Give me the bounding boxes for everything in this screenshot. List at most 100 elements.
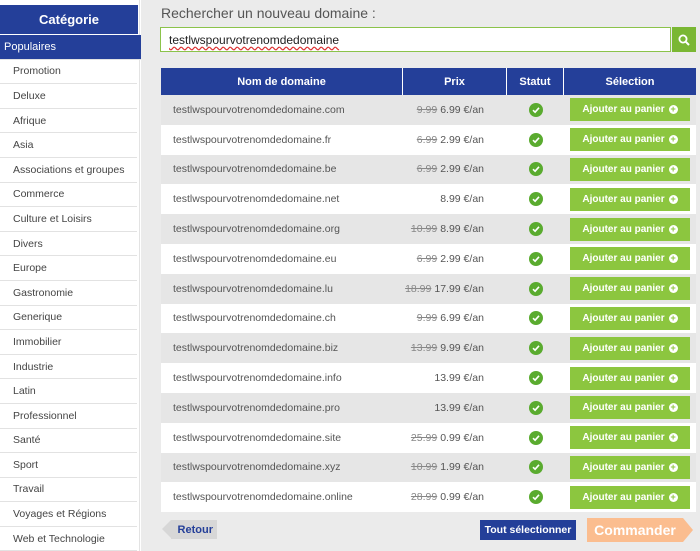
current-price: 17.99 €/an [434, 282, 484, 295]
add-to-cart-button[interactable]: Ajouter au panier + [570, 396, 690, 420]
sidebar-item[interactable]: Generique [0, 306, 137, 331]
sidebar-item[interactable]: Populaires [0, 35, 141, 60]
domain-price: 18.99 17.99 €/an [403, 274, 507, 304]
plus-icon: + [668, 193, 678, 204]
current-price: 2.99 €/an [440, 133, 484, 146]
select-all-button[interactable]: Tout sélectionner [480, 520, 576, 540]
search-box[interactable]: testlwspourvotrenomdedomaine [160, 27, 671, 52]
add-to-cart-button[interactable]: Ajouter au panier + [570, 128, 690, 152]
add-to-cart-button[interactable]: Ajouter au panier + [570, 366, 690, 390]
current-price: 13.99 €/an [434, 372, 484, 385]
domain-name: testlwspourvotrenomdedomaine.online [173, 491, 353, 504]
add-to-cart-button[interactable]: Ajouter au panier + [570, 277, 690, 301]
selection-cell: Ajouter au panier + [564, 453, 696, 483]
add-to-cart-label: Ajouter au panier [582, 372, 665, 384]
sidebar-item[interactable]: Industrie [0, 355, 137, 380]
domain-price: 25.99 0.99 €/an [403, 423, 507, 453]
table-row: testlwspourvotrenomdedomaine.info 13.99 €… [161, 363, 696, 393]
sidebar-item[interactable]: Associations et groupes [0, 158, 137, 183]
available-check-icon [528, 400, 543, 415]
sidebar-item[interactable]: Asia [0, 133, 137, 158]
status-cell [507, 304, 564, 334]
sidebar-item[interactable]: Commerce [0, 183, 137, 208]
domain-name: testlwspourvotrenomdedomaine.biz [173, 342, 339, 355]
search-input[interactable]: testlwspourvotrenomdedomaine [169, 33, 339, 47]
add-to-cart-button[interactable]: Ajouter au panier + [570, 187, 690, 211]
selection-cell: Ajouter au panier + [564, 363, 696, 393]
status-cell [507, 184, 564, 214]
add-to-cart-button[interactable]: Ajouter au panier + [570, 455, 690, 479]
sidebar-title: Catégorie [0, 5, 138, 34]
available-check-icon [528, 430, 543, 445]
plus-icon: + [668, 312, 678, 323]
add-to-cart-label: Ajouter au panier [582, 312, 665, 324]
add-to-cart-button[interactable]: Ajouter au panier + [570, 485, 690, 509]
add-to-cart-button[interactable]: Ajouter au panier + [570, 217, 690, 241]
sidebar-item[interactable]: Europe [0, 256, 137, 281]
domain-name: testlwspourvotrenomdedomaine.fr [173, 133, 332, 146]
add-to-cart-button[interactable]: Ajouter au panier + [570, 336, 690, 360]
table-header: Nom de domaine Prix Statut Sélection [161, 68, 696, 95]
add-to-cart-button[interactable]: Ajouter au panier + [570, 306, 690, 330]
old-price: 10.99 [410, 461, 438, 474]
table-row: testlwspourvotrenomdedomaine.eu 6.99 2.99 … [161, 243, 696, 274]
add-to-cart-button[interactable]: Ajouter au panier + [570, 426, 690, 450]
sidebar-item[interactable]: Latin [0, 379, 137, 404]
available-check-icon [528, 341, 543, 356]
sidebar-item[interactable]: Web et Technologie [0, 527, 137, 551]
header-status: Statut [507, 68, 564, 95]
table-row: testlwspourvotrenomdedomaine.biz 13.99 9.9… [161, 333, 696, 364]
add-to-cart-button[interactable]: Ajouter au panier + [570, 98, 690, 122]
add-to-cart-button[interactable]: Ajouter au panier + [570, 157, 690, 181]
plus-icon: + [668, 402, 678, 413]
selection-cell: Ajouter au panier + [564, 244, 696, 274]
status-cell [507, 274, 564, 304]
domain-name: testlwspourvotrenomdedomaine.org [173, 223, 340, 236]
available-check-icon [528, 192, 543, 207]
header-name: Nom de domaine [161, 68, 403, 95]
header-selection: Sélection [605, 75, 655, 88]
add-to-cart-button[interactable]: Ajouter au panier + [570, 247, 690, 271]
add-to-cart-label: Ajouter au panier [582, 342, 665, 354]
table-row: testlwspourvotrenomdedomaine.xyz 10.99 1.9… [161, 452, 696, 483]
sidebar-item[interactable]: Santé [0, 429, 137, 454]
search-button[interactable] [672, 27, 696, 52]
current-price: 8.99 €/an [440, 193, 484, 206]
old-price: 25.99 [410, 431, 438, 444]
sidebar-item[interactable]: Travail [0, 478, 137, 503]
back-button[interactable]: Retour [162, 520, 217, 539]
domain-price: 6.99 2.99 €/an [403, 155, 507, 185]
table-body: testlwspourvotrenomdedomaine.com 9.99 6.99… [161, 95, 696, 513]
selection-cell: Ajouter au panier + [564, 184, 696, 214]
sidebar-item[interactable]: Divers [0, 232, 137, 257]
old-price: 6.99 [416, 133, 438, 146]
order-button[interactable]: Commander [587, 518, 693, 542]
status-cell [507, 363, 564, 393]
sidebar-item[interactable]: Promotion [0, 60, 137, 85]
add-to-cart-label: Ajouter au panier [582, 163, 665, 175]
sidebar-item[interactable]: Immobilier [0, 330, 137, 355]
table-row: testlwspourvotrenomdedomaine.fr 6.99 2.99 … [161, 124, 696, 155]
current-price: 0.99 €/an [440, 491, 484, 504]
sidebar-item[interactable]: Professionnel [0, 404, 137, 429]
sidebar-item[interactable]: Sport [0, 453, 137, 478]
sidebar-item[interactable]: Gastronomie [0, 281, 137, 306]
plus-icon: + [668, 461, 678, 472]
old-price: 9.99 [416, 312, 438, 325]
category-list: Populaires Promotion Deluxe Afrique Asia Asso… [0, 35, 141, 551]
sidebar-item[interactable]: Afrique [0, 109, 137, 134]
table-row: testlwspourvotrenomdedomaine.pro 13.99 €/… [161, 392, 696, 423]
sidebar-item[interactable]: Voyages et Régions [0, 502, 137, 527]
selection-cell: Ajouter au panier + [564, 304, 696, 334]
sidebar-item[interactable]: Deluxe [0, 84, 137, 109]
sidebar-item[interactable]: Culture et Loisirs [0, 207, 137, 232]
table-row: testlwspourvotrenomdedomaine.org 10.99 8.9… [161, 214, 696, 244]
current-price: 2.99 €/an [440, 163, 484, 176]
category-sidebar: Catégorie Populaires Promotion Deluxe Afriq… [0, 0, 141, 551]
status-cell [507, 95, 564, 125]
old-price: 6.99 [416, 163, 438, 176]
add-to-cart-label: Ajouter au panier [582, 253, 665, 265]
status-cell [507, 244, 564, 274]
add-to-cart-label: Ajouter au panier [582, 491, 665, 503]
table-row: testlwspourvotrenomdedomaine.ch 9.99 6.99 … [161, 303, 696, 334]
